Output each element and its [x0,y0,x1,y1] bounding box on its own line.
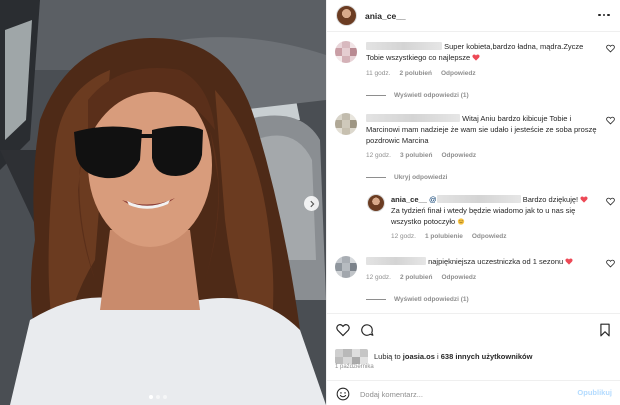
commenter-avatar[interactable] [335,256,357,278]
comment-likes-link[interactable]: 2 polubień [400,274,433,281]
likers-thumbnail[interactable] [335,349,368,364]
more-horizontal-icon[interactable] [597,8,611,22]
like-heart-icon[interactable] [336,323,350,337]
comment-meta: 11 godz. 2 polubień Odpowiedz [366,70,476,77]
view-replies-button[interactable]: Wyświetl odpowiedzi (1) [366,92,469,99]
comment-time: 12 godz. [366,274,391,281]
likes-connector: i [437,352,439,361]
blurred-username[interactable] [366,114,460,122]
blurred-username[interactable] [366,42,442,50]
smiling-face-emoji-icon [458,218,465,225]
reply-content-1: Bardzo dziękuję! [522,195,579,204]
comment-bubble-icon[interactable] [360,323,374,337]
comment-likes-link[interactable]: 2 polubień [399,70,432,77]
comment-meta: 12 godz. 3 polubień Odpowiedz [366,152,476,159]
comment-text: najpiękniejsza uczestniczka od 1 sezonu [366,256,598,267]
comment-content: najpiękniejsza uczestniczka od 1 sezonu [428,257,564,266]
others-likes-link[interactable]: 638 innych użytkowników [441,352,533,361]
author-avatar[interactable] [336,5,357,26]
heart-outline-icon[interactable] [606,44,615,53]
red-heart-emoji-icon [580,196,588,203]
post-header: ania_ce__ [327,0,620,32]
comment-text: Super kobieta,bardzo ładna, mądra.Zycze … [366,41,598,63]
hide-replies-button[interactable]: Ukryj odpowiedzi [366,174,447,181]
next-image-button[interactable] [304,196,319,211]
reply-button[interactable]: Odpowiedz [441,70,476,77]
post-actions: Lubią to joasia.os i 638 innych użytkown… [327,313,620,405]
comment-time: 12 godz. [366,152,391,159]
hide-replies-label: Ukryj odpowiedzi [394,174,448,181]
bookmark-icon[interactable] [598,323,612,337]
likes-summary: Lubią to joasia.os i 638 innych użytkown… [335,349,532,364]
author-username[interactable]: ania_ce__ [365,11,406,21]
heart-outline-icon[interactable] [606,116,615,125]
reply-button[interactable]: Odpowiedz [441,152,476,159]
chevron-right-icon [309,200,314,207]
comments-list[interactable]: Super kobieta,bardzo ładna, mądra.Zycze … [327,33,620,313]
blurred-username[interactable] [366,257,426,265]
commenter-avatar[interactable] [335,113,357,135]
comment-input[interactable] [360,386,560,402]
view-replies-button[interactable]: Wyświetl odpowiedzi (1) [366,296,469,303]
emoji-icon[interactable] [336,387,350,401]
liker-username[interactable]: joasia.os [403,352,435,361]
carousel-dot [156,395,160,399]
red-heart-emoji-icon [472,54,480,61]
carousel-dot [163,395,167,399]
reply-button[interactable]: Odpowiedz [472,233,507,240]
heart-outline-icon[interactable] [606,197,615,206]
red-heart-emoji-icon [565,258,573,265]
carousel-dot [149,395,153,399]
comment-time: 11 godz. [366,70,391,77]
carousel-dots [149,395,167,399]
comment-composer: Opublikuj [327,380,620,405]
comment-likes-link[interactable]: 3 polubień [400,152,433,159]
reply-time: 12 godz. [391,233,416,240]
reply-username[interactable]: ania_ce__ [391,195,427,204]
selfie-image [0,0,326,405]
reply-meta: 12 godz. 1 polubienie Odpowiedz [391,233,507,240]
reply-content-2: Za tydzień finał i wtedy będzie wiadomo … [391,206,576,226]
reply-text: ania_ce__ @ Bardzo dziękuję! Za tydzień … [391,194,591,227]
instagram-post: ania_ce__ Super kobieta,bardzo ładna, mą… [0,0,620,405]
commenter-avatar[interactable] [335,41,357,63]
heart-outline-icon[interactable] [606,259,615,268]
post-side-panel: ania_ce__ Super kobieta,bardzo ładna, mą… [326,0,620,405]
comment-meta: 12 godz. 2 polubień Odpowiedz [366,274,476,281]
comment-text: Witaj Aniu bardzo kibicuje Tobie i Marci… [366,113,598,146]
reply-likes-link[interactable]: 1 polubienie [425,233,463,240]
mention-link[interactable]: @ [429,195,521,204]
likes-prefix: Lubią to [374,352,401,361]
view-replies-label: Wyświetl odpowiedzi (1) [394,92,469,99]
reply-button[interactable]: Odpowiedz [441,274,476,281]
post-date[interactable]: 1 października [335,364,374,370]
post-photo[interactable] [0,0,326,405]
publish-button[interactable]: Opublikuj [577,388,612,397]
author-avatar[interactable] [367,194,385,212]
view-replies-label: Wyświetl odpowiedzi (1) [394,296,469,303]
